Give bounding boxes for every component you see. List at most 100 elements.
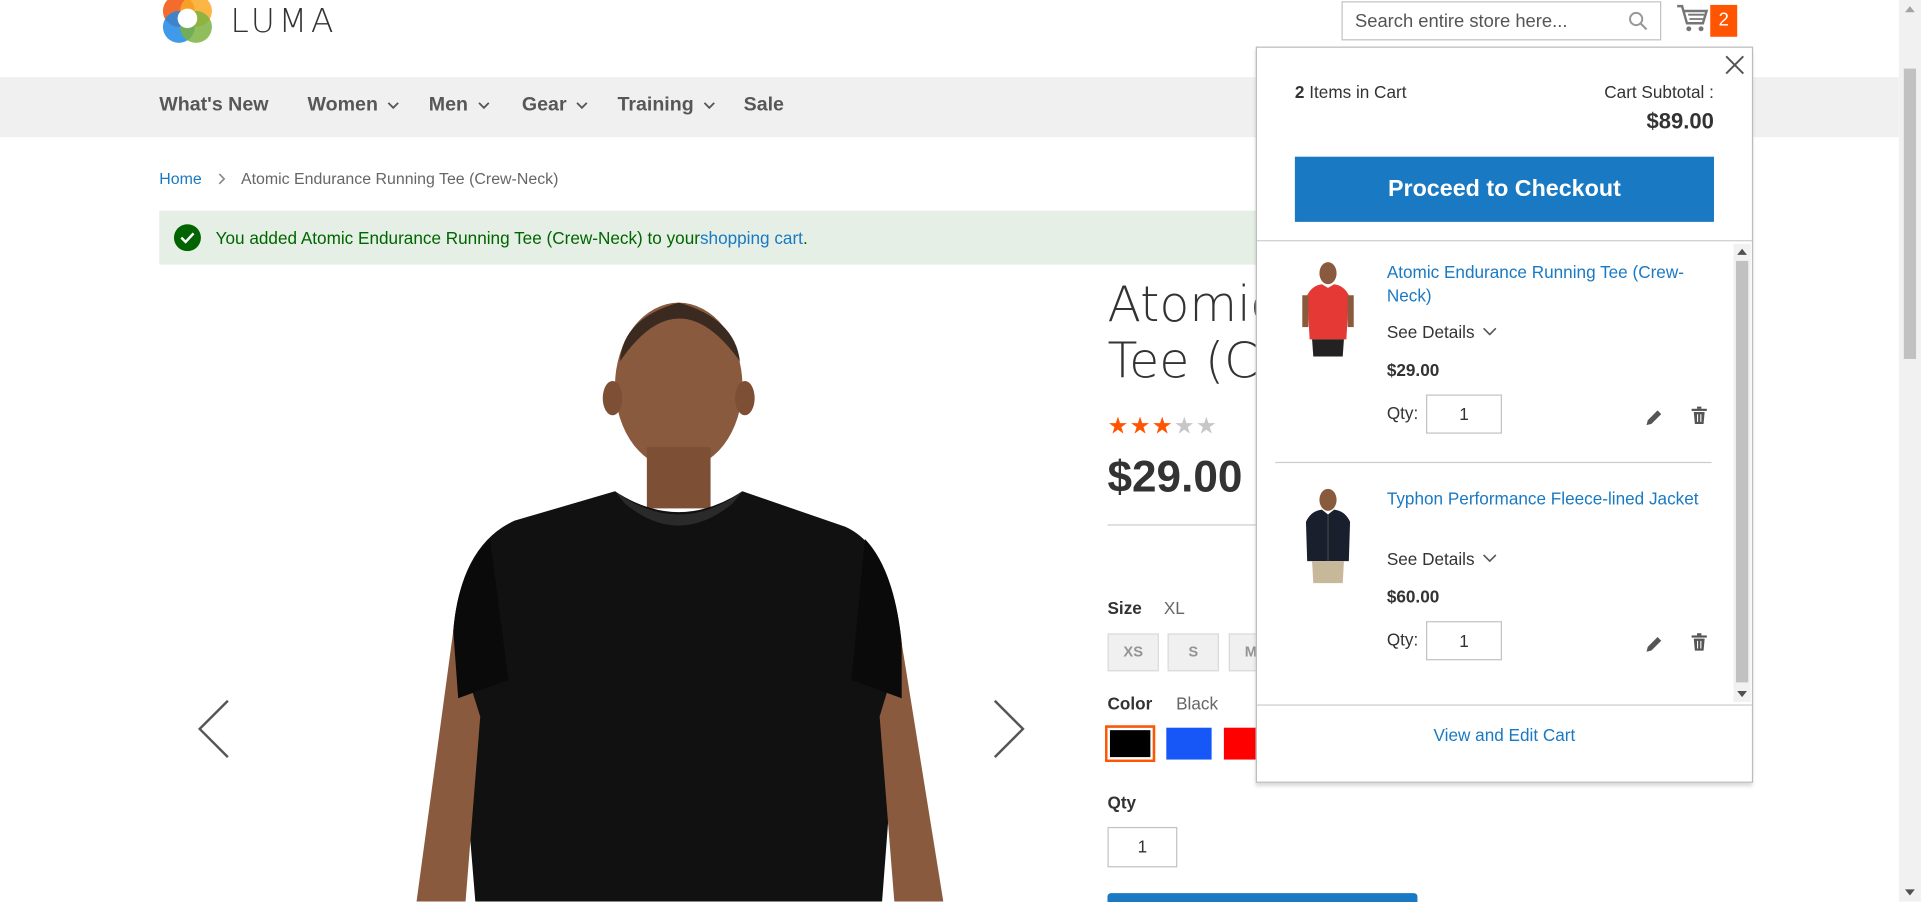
breadcrumb-current: Atomic Endurance Running Tee (Crew-Neck) [240, 169, 559, 188]
chevron-down-icon [704, 102, 716, 110]
cart-icon [1677, 4, 1709, 32]
product-gallery [159, 276, 1053, 902]
size-option-m[interactable]: M [1228, 633, 1256, 672]
qty-label: Qty [1107, 792, 1137, 813]
minicart-button[interactable]: 2 [1676, 2, 1745, 39]
search-input[interactable] [1342, 2, 1613, 40]
item-qty-input[interactable]: 1 [1426, 394, 1502, 434]
star-icon: ★ [1173, 412, 1195, 440]
item-qty-label: Qty: [1386, 629, 1419, 650]
scroll-down-arrow[interactable] [1905, 889, 1915, 896]
nav-label: What's New [159, 94, 269, 116]
cart-count-badge: 2 [1710, 4, 1738, 37]
size-option-s[interactable]: S [1167, 633, 1219, 672]
scroll-up-arrow[interactable] [1737, 248, 1747, 255]
logo-text: LUMA [230, 1, 338, 40]
star-icon: ★ [1151, 412, 1173, 440]
see-details-label: See Details [1386, 548, 1475, 569]
item-thumbnail[interactable] [1300, 488, 1356, 586]
nav-label: Training [617, 94, 694, 116]
items-label: Items in Cart [1304, 82, 1407, 102]
color-swatch-blue[interactable] [1166, 727, 1212, 760]
items-in-cart: 2 Items in Cart [1295, 82, 1407, 102]
nav-item-men[interactable]: Men [429, 94, 490, 116]
color-selected-value: Black [1176, 693, 1219, 714]
chevron-right-icon [218, 172, 225, 184]
trash-icon[interactable] [1689, 406, 1709, 426]
nav-item-training[interactable]: Training [617, 94, 716, 116]
scrollbar-thumb[interactable] [1903, 68, 1917, 359]
product-title-line: Tee (Cr [1107, 333, 1267, 390]
color-swatch-red[interactable] [1223, 727, 1256, 760]
cart-items-list: Atomic Endurance Running Tee (Crew-Neck)… [1256, 240, 1752, 706]
items-count: 2 [1294, 82, 1305, 102]
message-suffix: . [802, 227, 808, 248]
luma-logo-icon [159, 0, 215, 47]
close-icon[interactable] [1722, 53, 1747, 78]
star-icon: ★ [1129, 412, 1151, 440]
qty-input[interactable]: 1 [1107, 826, 1178, 868]
chevron-down-icon [1482, 554, 1496, 563]
store-logo[interactable]: LUMA [159, 0, 337, 47]
product-image [416, 302, 944, 902]
subtotal-amount: $89.00 [1646, 109, 1714, 134]
nav-item-sale[interactable]: Sale [744, 94, 784, 116]
size-selected-value: XL [1163, 597, 1185, 618]
subtotal-label: Cart Subtotal : [1604, 82, 1714, 102]
item-thumbnail[interactable] [1300, 261, 1356, 359]
chevron-down-icon [1482, 327, 1496, 336]
search-icon[interactable] [1628, 11, 1648, 31]
chevron-down-icon [576, 102, 589, 110]
cart-list-scrollbar[interactable] [1733, 243, 1751, 702]
divider [1107, 524, 1267, 526]
nav-label: Sale [743, 94, 784, 116]
gallery-next-arrow[interactable] [990, 698, 1027, 759]
item-price: $60.00 [1386, 586, 1440, 607]
checkmark-icon [173, 224, 201, 252]
proceed-to-checkout-button[interactable]: Proceed to Checkout [1294, 156, 1714, 222]
item-name-link[interactable]: Atomic Endurance Running Tee (Crew-Neck) [1387, 261, 1718, 308]
scrollbar-thumb[interactable] [1735, 260, 1749, 683]
item-qty-input[interactable]: 1 [1426, 621, 1502, 661]
size-option-xs[interactable]: XS [1107, 633, 1159, 672]
see-details-toggle[interactable]: See Details [1386, 548, 1497, 569]
nav-label: Women [307, 94, 378, 116]
star-icon: ★ [1195, 412, 1217, 440]
edit-icon[interactable] [1644, 635, 1664, 655]
color-label: Color [1107, 693, 1153, 714]
breadcrumb: Home Atomic Endurance Running Tee (Crew-… [159, 169, 558, 187]
item-divider [1275, 461, 1712, 464]
see-details-toggle[interactable]: See Details [1387, 322, 1497, 342]
item-name-link[interactable]: Typhon Performance Fleece-lined Jacket [1387, 488, 1718, 511]
minicart-dropdown: 2 Items in Cart Cart Subtotal : $89.00 P… [1255, 46, 1754, 783]
nav-item-whats-new[interactable]: What's New [159, 94, 268, 116]
nav-item-gear[interactable]: Gear [522, 94, 589, 116]
nav-label: Gear [521, 94, 567, 116]
chevron-down-icon [478, 102, 490, 110]
product-price: $29.00 [1107, 450, 1243, 502]
search-box [1341, 1, 1662, 41]
page-scrollbar[interactable] [1898, 0, 1921, 902]
breadcrumb-home-link[interactable]: Home [159, 169, 201, 187]
chevron-down-icon [388, 102, 400, 110]
star-icon: ★ [1107, 412, 1129, 440]
color-swatch-black[interactable] [1105, 725, 1156, 763]
shopping-cart-link[interactable]: shopping cart [700, 228, 803, 248]
scroll-down-arrow[interactable] [1737, 690, 1747, 698]
scroll-up-arrow[interactable] [1905, 6, 1915, 13]
product-title-line: Atomic [1107, 276, 1267, 334]
product-title: Atomic Tee (Cr [1107, 277, 1266, 390]
item-price: $29.00 [1386, 360, 1440, 380]
add-to-cart-button[interactable] [1107, 893, 1418, 902]
trash-icon[interactable] [1689, 632, 1709, 652]
gallery-prev-arrow[interactable] [196, 698, 233, 759]
message-text: You added Atomic Endurance Running Tee (… [215, 227, 700, 248]
nav-item-women[interactable]: Women [308, 94, 400, 116]
view-and-edit-cart-link[interactable]: View and Edit Cart [1257, 725, 1752, 745]
item-qty-label: Qty: [1386, 403, 1419, 423]
size-label: Size [1107, 597, 1142, 618]
rating-stars[interactable]: ★ ★ ★ ★ ★ [1107, 413, 1216, 440]
nav-label: Men [428, 94, 468, 116]
see-details-label: See Details [1386, 322, 1475, 342]
edit-icon[interactable] [1644, 408, 1664, 428]
